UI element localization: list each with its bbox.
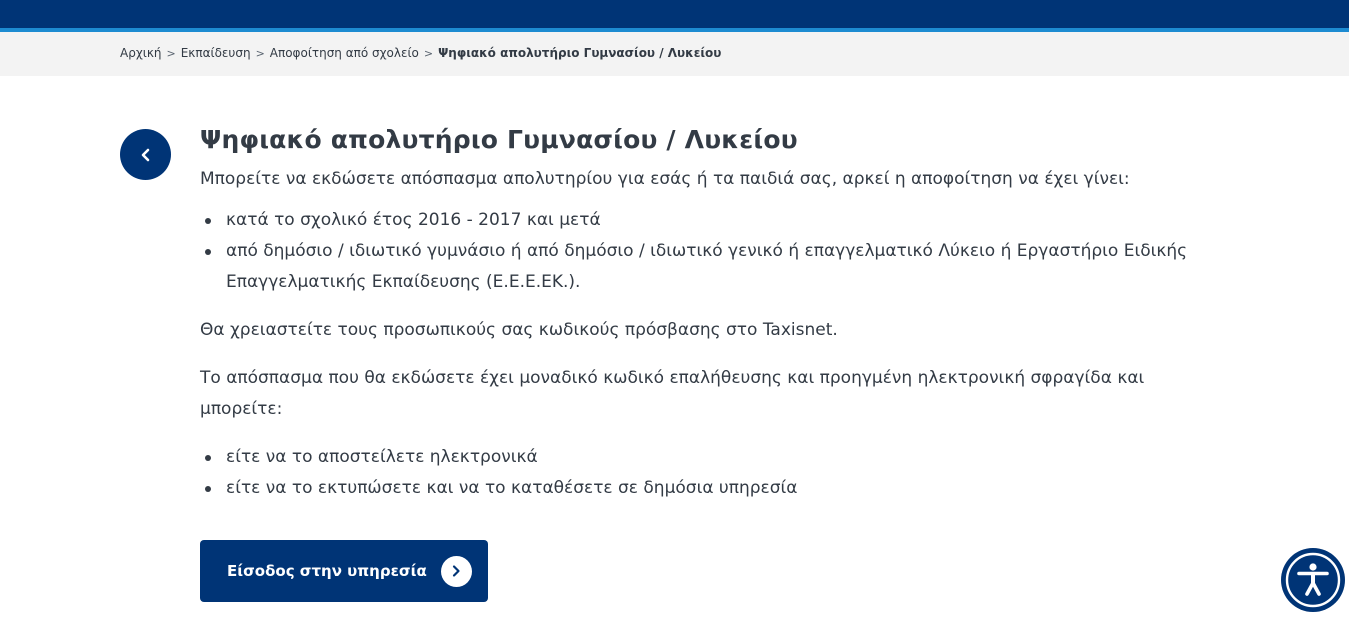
list-item: από δημόσιο / ιδιωτικό γυμνάσιο ή από δη… <box>200 236 1200 298</box>
breadcrumb-separator: > <box>255 46 265 60</box>
top-header-bar <box>0 0 1349 32</box>
enter-service-button[interactable]: Είσοδος στην υπηρεσία <box>200 540 488 602</box>
breadcrumb-link-education[interactable]: Εκπαίδευση <box>181 46 251 60</box>
page-title: Ψηφιακό απολυτήριο Γυμνασίου / Λυκείου <box>200 125 798 154</box>
chevron-right-icon <box>440 555 472 587</box>
list-item: είτε να το αποστείλετε ηλεκτρονικά <box>200 442 1200 473</box>
conditions-list: κατά το σχολικό έτος 2016 - 2017 και μετ… <box>200 205 1200 298</box>
enter-service-label: Είσοδος στην υπηρεσία <box>227 562 427 580</box>
intro-text: Μπορείτε να εκδώσετε απόσπασμα απολυτηρί… <box>200 169 1130 189</box>
seal-note: Το απόσπασμα που θα εκδώσετε έχει μοναδι… <box>200 368 1145 419</box>
breadcrumb-current: Ψηφιακό απολυτήριο Γυμνασίου / Λυκείου <box>438 46 722 60</box>
main-content: Ψηφιακό απολυτήριο Γυμνασίου / Λυκείου Μ… <box>200 122 1200 504</box>
back-button[interactable] <box>120 129 171 180</box>
breadcrumb: Αρχική > Εκπαίδευση > Αποφοίτηση από σχο… <box>120 46 721 60</box>
options-list: είτε να το αποστείλετε ηλεκτρονικά είτε … <box>200 442 1200 504</box>
accessibility-icon <box>1281 548 1345 612</box>
breadcrumb-link-graduation[interactable]: Αποφοίτηση από σχολείο <box>270 46 419 60</box>
taxisnet-note: Θα χρειαστείτε τους προσωπικούς σας κωδι… <box>200 320 838 340</box>
list-item: είτε να το εκτυπώσετε και να το καταθέσε… <box>200 473 1200 504</box>
breadcrumb-separator: > <box>166 46 176 60</box>
accessibility-button[interactable] <box>1280 547 1346 613</box>
breadcrumb-link-home[interactable]: Αρχική <box>120 46 162 60</box>
breadcrumb-separator: > <box>423 46 434 60</box>
list-item: κατά το σχολικό έτος 2016 - 2017 και μετ… <box>200 205 1200 236</box>
breadcrumb-bar: Αρχική > Εκπαίδευση > Αποφοίτηση από σχο… <box>0 32 1349 76</box>
chevron-left-icon <box>141 148 149 161</box>
